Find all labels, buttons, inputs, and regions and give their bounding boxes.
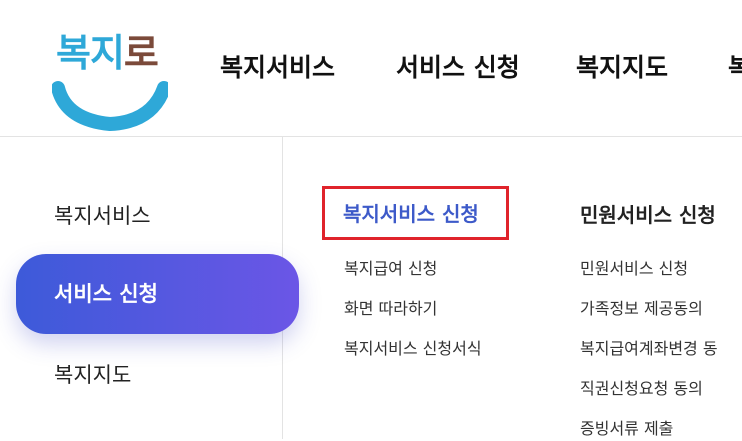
logo-text-ro: 로 (123, 31, 159, 75)
submenu-item-submit-documents[interactable]: 증빙서류 제출 (580, 417, 673, 441)
submenu-item-family-info-consent[interactable]: 가족정보 제공동의 (580, 297, 703, 321)
submenu-title-civil-service-apply[interactable]: 민원서비스 신청 (580, 200, 716, 230)
logo-smile-icon (52, 81, 168, 132)
sidebar-item-welfare-map[interactable]: 복지지도 (54, 360, 131, 390)
submenu-title-label: 복지서비스 신청 (343, 202, 479, 226)
logo-wordmark: 복지로 (56, 30, 159, 76)
submenu-item-follow-guide[interactable]: 화면 따라하기 (344, 297, 437, 321)
submenu-item-account-change[interactable]: 복지급여계좌변경 동 (580, 337, 718, 361)
submenu-title-welfare-service-apply[interactable]: 복지서비스 신청 (322, 186, 509, 240)
topnav-item-service-apply[interactable]: 서비스 신청 (396, 48, 520, 88)
submenu-item-civil-service-apply[interactable]: 민원서비스 신청 (580, 257, 688, 281)
sidebar-item-service-apply[interactable]: 서비스 신청 (16, 254, 299, 334)
sidebar-item-label: 서비스 신청 (54, 282, 158, 306)
topnav-item-welfare-service[interactable]: 복지서비스 (220, 48, 335, 88)
site-header: 복지로 복지서비스 서비스 신청 복지지도 복 (0, 0, 742, 137)
logo-text-main: 복지 (56, 31, 125, 75)
topnav-item-more[interactable]: 복 (728, 48, 742, 88)
submenu-item-benefit-apply[interactable]: 복지급여 신청 (344, 257, 437, 281)
topnav-item-welfare-map[interactable]: 복지지도 (576, 48, 668, 88)
submenu-item-ex-officio-consent[interactable]: 직권신청요청 동의 (580, 377, 703, 401)
submenu-item-service-forms[interactable]: 복지서비스 신청서식 (344, 337, 482, 361)
bokjiro-logo[interactable]: 복지로 (52, 28, 168, 138)
sidebar-item-welfare-service[interactable]: 복지서비스 (54, 201, 151, 231)
